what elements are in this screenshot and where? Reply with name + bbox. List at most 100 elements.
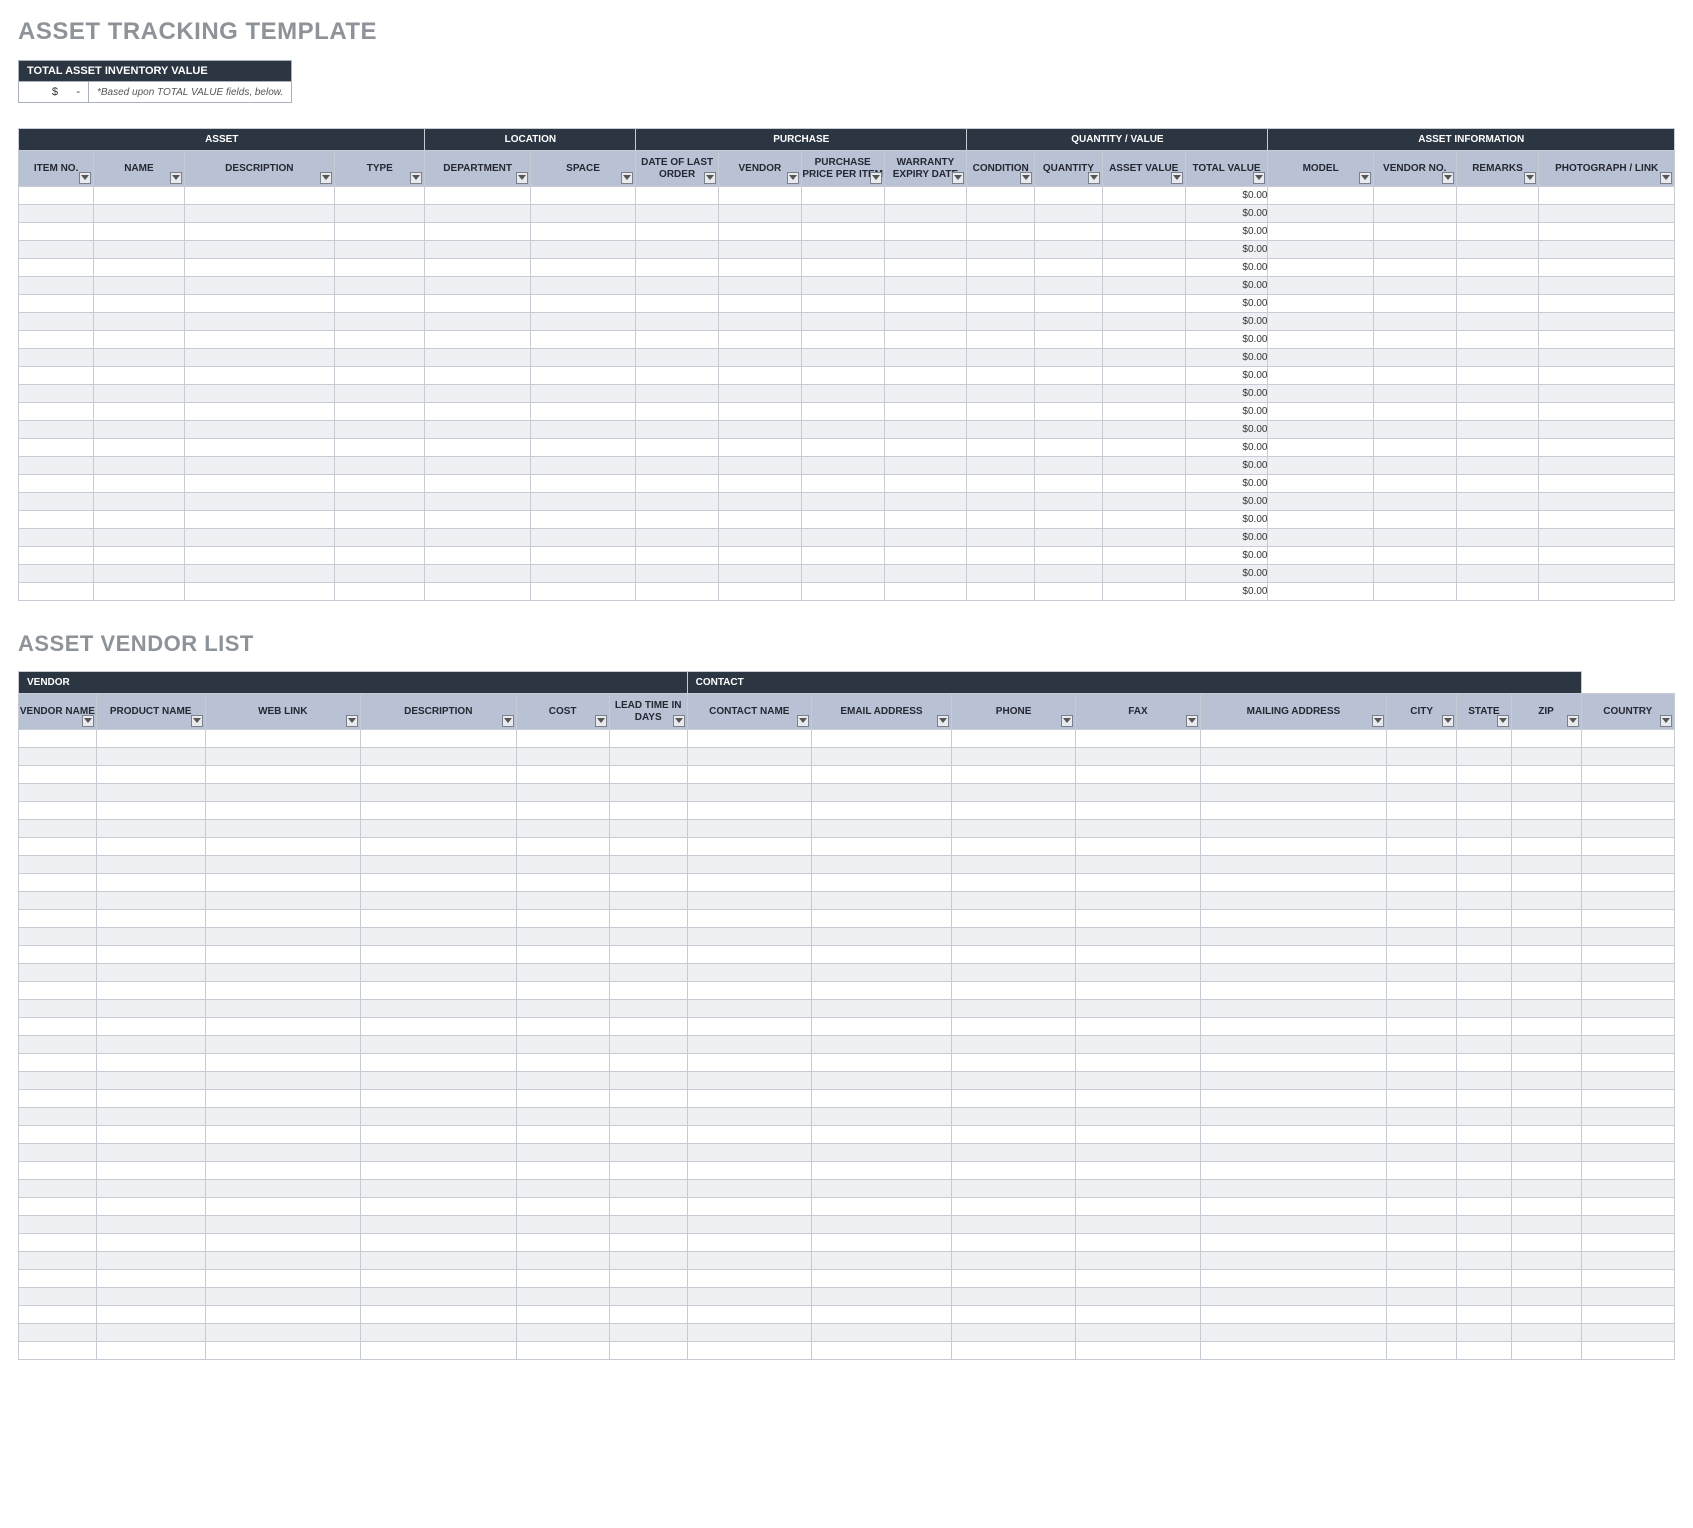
- cell[interactable]: [801, 547, 884, 565]
- cell[interactable]: [516, 1324, 609, 1342]
- cell[interactable]: [1581, 1198, 1674, 1216]
- cell[interactable]: [1511, 856, 1581, 874]
- cell[interactable]: [184, 547, 335, 565]
- cell[interactable]: [1268, 313, 1373, 331]
- cell[interactable]: [530, 421, 635, 439]
- cell[interactable]: [1200, 1306, 1387, 1324]
- cell[interactable]: [1102, 583, 1185, 601]
- cell[interactable]: [94, 511, 184, 529]
- cell[interactable]: [1200, 1198, 1387, 1216]
- cell[interactable]: [361, 982, 516, 1000]
- cell[interactable]: [1076, 1234, 1200, 1252]
- cell[interactable]: [1076, 964, 1200, 982]
- cell[interactable]: [801, 385, 884, 403]
- cell[interactable]: [19, 802, 97, 820]
- cell[interactable]: [1511, 1216, 1581, 1234]
- column-header[interactable]: DESCRIPTION: [361, 694, 516, 730]
- cell[interactable]: [96, 1342, 205, 1360]
- cell[interactable]: [636, 565, 719, 583]
- cell[interactable]: [1456, 511, 1539, 529]
- cell[interactable]: [94, 367, 184, 385]
- cell[interactable]: [636, 259, 719, 277]
- cell[interactable]: [1511, 1162, 1581, 1180]
- cell[interactable]: [1387, 730, 1457, 748]
- cell[interactable]: [1457, 874, 1511, 892]
- cell[interactable]: [609, 802, 687, 820]
- cell[interactable]: [609, 1324, 687, 1342]
- column-header[interactable]: LEAD TIME IN DAYS: [609, 694, 687, 730]
- cell[interactable]: [94, 583, 184, 601]
- filter-icon[interactable]: [1442, 715, 1454, 727]
- cell[interactable]: [1539, 241, 1675, 259]
- filter-icon[interactable]: [1567, 715, 1579, 727]
- cell[interactable]: [687, 1036, 811, 1054]
- cell[interactable]: [1387, 964, 1457, 982]
- cell[interactable]: $0.00: [1185, 403, 1268, 421]
- cell[interactable]: [205, 1090, 360, 1108]
- cell[interactable]: [530, 529, 635, 547]
- cell[interactable]: [1102, 493, 1185, 511]
- cell[interactable]: [1102, 259, 1185, 277]
- cell[interactable]: [19, 1216, 97, 1234]
- cell[interactable]: [1200, 910, 1387, 928]
- cell[interactable]: [205, 1108, 360, 1126]
- cell[interactable]: [884, 547, 967, 565]
- column-header[interactable]: WEB LINK: [205, 694, 360, 730]
- cell[interactable]: [516, 1288, 609, 1306]
- cell[interactable]: [884, 187, 967, 205]
- cell[interactable]: [1102, 331, 1185, 349]
- cell[interactable]: [1387, 1180, 1457, 1198]
- cell[interactable]: [1456, 565, 1539, 583]
- cell[interactable]: [609, 784, 687, 802]
- cell[interactable]: [1581, 1234, 1674, 1252]
- cell[interactable]: [1457, 1180, 1511, 1198]
- cell[interactable]: [719, 403, 802, 421]
- cell[interactable]: [1539, 385, 1675, 403]
- cell[interactable]: [609, 1144, 687, 1162]
- cell[interactable]: [96, 1018, 205, 1036]
- cell[interactable]: [1457, 1342, 1511, 1360]
- cell[interactable]: [1511, 892, 1581, 910]
- cell[interactable]: [94, 457, 184, 475]
- cell[interactable]: [1268, 403, 1373, 421]
- cell[interactable]: [205, 1270, 360, 1288]
- filter-icon[interactable]: [1088, 172, 1100, 184]
- cell[interactable]: [636, 475, 719, 493]
- cell[interactable]: [335, 583, 425, 601]
- cell[interactable]: [1387, 982, 1457, 1000]
- cell[interactable]: [1457, 1000, 1511, 1018]
- cell[interactable]: [1076, 802, 1200, 820]
- cell[interactable]: [1581, 892, 1674, 910]
- cell[interactable]: [636, 295, 719, 313]
- cell[interactable]: [361, 964, 516, 982]
- cell[interactable]: [951, 1180, 1075, 1198]
- cell[interactable]: [335, 493, 425, 511]
- cell[interactable]: [687, 946, 811, 964]
- cell[interactable]: [94, 205, 184, 223]
- cell[interactable]: [184, 349, 335, 367]
- cell[interactable]: [361, 838, 516, 856]
- cell[interactable]: [1457, 1162, 1511, 1180]
- cell[interactable]: [884, 259, 967, 277]
- cell[interactable]: [361, 1306, 516, 1324]
- cell[interactable]: [1076, 766, 1200, 784]
- cell[interactable]: [801, 493, 884, 511]
- cell[interactable]: [719, 223, 802, 241]
- column-header[interactable]: DEPARTMENT: [425, 151, 530, 187]
- cell[interactable]: [530, 511, 635, 529]
- cell[interactable]: [951, 856, 1075, 874]
- cell[interactable]: [609, 982, 687, 1000]
- cell[interactable]: $0.00: [1185, 565, 1268, 583]
- cell[interactable]: [425, 259, 530, 277]
- cell[interactable]: [609, 838, 687, 856]
- cell[interactable]: [19, 874, 97, 892]
- cell[interactable]: [184, 367, 335, 385]
- cell[interactable]: [1511, 910, 1581, 928]
- cell[interactable]: [184, 529, 335, 547]
- cell[interactable]: [94, 331, 184, 349]
- cell[interactable]: [1035, 475, 1103, 493]
- cell[interactable]: [530, 547, 635, 565]
- cell[interactable]: [811, 1162, 951, 1180]
- column-header[interactable]: COST: [516, 694, 609, 730]
- cell[interactable]: [361, 1000, 516, 1018]
